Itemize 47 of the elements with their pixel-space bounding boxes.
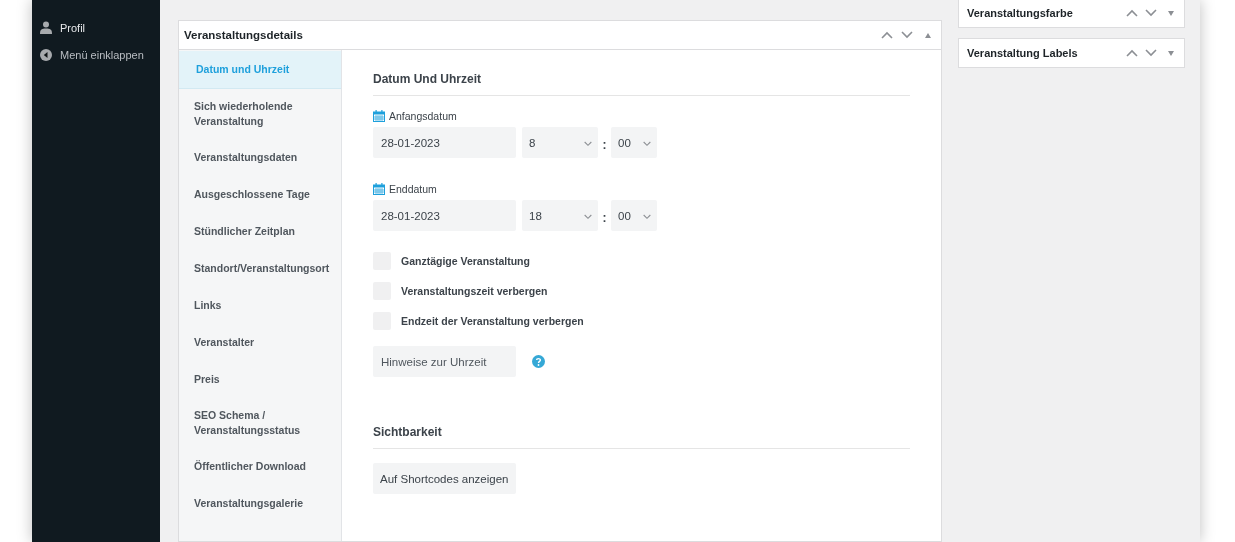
tab[interactable]: Sich wiederholende Veranstaltung	[179, 89, 341, 139]
checkbox-label: Endzeit der Veranstaltung verbergen	[401, 315, 584, 327]
field-label: Enddatum	[389, 183, 437, 195]
tab[interactable]: Ausgeschlossene Tage	[179, 176, 341, 213]
time-separator: :	[601, 136, 608, 152]
notes-field[interactable]: Hinweise zur Uhrzeit	[373, 346, 516, 377]
move-up-icon[interactable]	[1126, 9, 1138, 17]
section-heading: Datum Und Uhrzeit	[373, 50, 910, 96]
toggle-icon[interactable]	[1168, 50, 1174, 56]
calendar-icon	[373, 110, 385, 122]
calendar-icon	[373, 183, 385, 195]
field-label: Anfangsdatum	[389, 110, 457, 122]
date-field[interactable]: 28-01-2023	[373, 127, 516, 158]
box-title: Veranstaltungsfarbe	[967, 7, 1073, 19]
tab[interactable]: Links	[179, 287, 341, 324]
menu-item[interactable]: Menü einklappen	[32, 41, 160, 68]
move-down-icon[interactable]	[1145, 9, 1157, 17]
time-separator: :	[601, 209, 608, 225]
move-down-icon[interactable]	[901, 31, 913, 39]
tab[interactable]: Preis	[179, 361, 341, 398]
help-icon[interactable]	[532, 355, 545, 368]
section-heading: Sichtbarkeit	[373, 377, 910, 449]
hour-select[interactable]: 18	[522, 200, 598, 231]
tab[interactable]: SEO Schema / Veranstaltungsstatus	[179, 398, 341, 448]
person-icon	[40, 21, 52, 34]
tab[interactable]: Öffentlicher Download	[179, 448, 341, 485]
shortcode-button[interactable]: Auf Shortcodes anzeigen	[373, 463, 516, 494]
checkbox-label: Veranstaltungszeit verbergen	[401, 285, 548, 297]
move-down-icon[interactable]	[1145, 49, 1157, 57]
minute-select[interactable]: 00	[611, 200, 657, 231]
collapse-icon	[40, 48, 52, 61]
tab[interactable]: Veranstaltungsgalerie	[179, 485, 341, 522]
move-up-icon[interactable]	[1126, 49, 1138, 57]
box-title: Veranstaltung Labels	[967, 47, 1078, 59]
collapse-icon[interactable]	[925, 32, 931, 38]
checkbox-label: Ganztägige Veranstaltung	[401, 255, 530, 267]
tab[interactable]: Veranstaltungsdaten	[179, 139, 341, 176]
minute-select[interactable]: 00	[611, 127, 657, 158]
move-up-icon[interactable]	[881, 31, 893, 39]
hour-select[interactable]: 8	[522, 127, 598, 158]
menu-item[interactable]: Profil	[32, 14, 160, 41]
tab[interactable]: Standort/Veranstaltungsort	[179, 250, 341, 287]
date-field[interactable]: 28-01-2023	[373, 200, 516, 231]
panel-title: Veranstaltungsdetails	[183, 29, 303, 41]
toggle-icon[interactable]	[1168, 10, 1174, 16]
tab[interactable]: Stündlicher Zeitplan	[179, 213, 341, 250]
tab[interactable]: Veranstalter	[179, 324, 341, 361]
